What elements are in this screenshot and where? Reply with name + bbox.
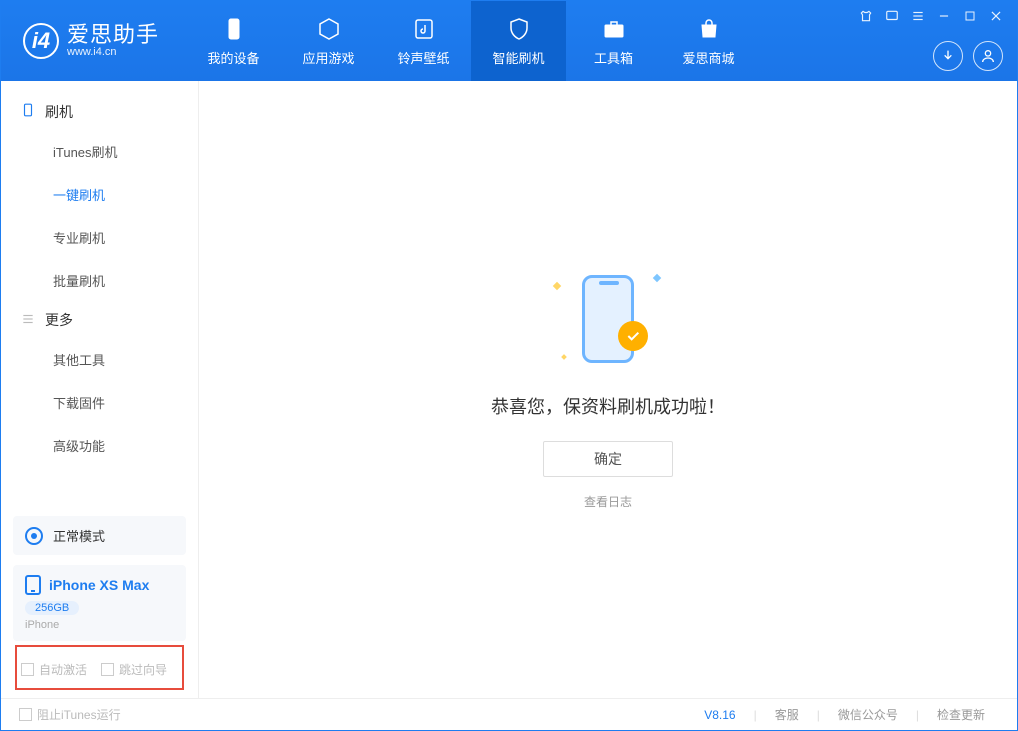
- nav-toolbox[interactable]: 工具箱: [566, 1, 661, 81]
- nav-apps[interactable]: 应用游戏: [281, 1, 376, 81]
- bag-icon: [696, 16, 722, 42]
- footer: 阻止iTunes运行 V8.16 | 客服 | 微信公众号 | 检查更新: [1, 698, 1017, 730]
- nav-flash[interactable]: 智能刷机: [471, 1, 566, 81]
- sidebar-item-batch[interactable]: 批量刷机: [53, 259, 198, 302]
- phone-icon: [25, 575, 41, 595]
- sidebar-item-oneclick[interactable]: 一键刷机: [53, 173, 198, 216]
- main-content: 恭喜您，保资料刷机成功啦！ 确定 查看日志: [199, 81, 1017, 698]
- footer-link-update[interactable]: 检查更新: [923, 706, 999, 723]
- logo-icon: i4: [23, 23, 59, 59]
- user-button[interactable]: [973, 41, 1003, 71]
- sidebar-item-firmware[interactable]: 下载固件: [53, 381, 198, 424]
- sidebar-item-pro[interactable]: 专业刷机: [53, 216, 198, 259]
- feedback-icon[interactable]: [881, 7, 903, 25]
- success-message: 恭喜您，保资料刷机成功啦！: [491, 393, 725, 419]
- sidebar-group-flash[interactable]: 刷机: [1, 93, 198, 130]
- cube-icon: [316, 16, 342, 42]
- footer-link-wechat[interactable]: 微信公众号: [824, 706, 912, 723]
- app-name: 爱思助手: [67, 24, 159, 46]
- nav-store[interactable]: 爱思商城: [661, 1, 756, 81]
- close-button[interactable]: [985, 7, 1007, 25]
- nav-label: 应用游戏: [302, 48, 354, 67]
- nav-label: 智能刷机: [492, 48, 544, 67]
- app-url: www.i4.cn: [67, 46, 159, 58]
- music-icon: [411, 16, 437, 42]
- options-row: 自动激活 跳过向导: [15, 645, 184, 690]
- nav-my-device[interactable]: 我的设备: [186, 1, 281, 81]
- check-icon: [618, 321, 648, 351]
- mode-card[interactable]: 正常模式: [13, 516, 186, 555]
- nav-label: 我的设备: [207, 48, 259, 67]
- sidebar-group-more[interactable]: 更多: [1, 302, 198, 338]
- sidebar-item-advanced[interactable]: 高级功能: [53, 424, 198, 467]
- device-capacity: 256GB: [25, 601, 79, 615]
- nav-tabs: 我的设备 应用游戏 铃声壁纸 智能刷机 工具箱 爱思商城: [186, 1, 756, 81]
- version-label: V8.16: [704, 708, 749, 722]
- view-log-link[interactable]: 查看日志: [584, 493, 632, 510]
- device-icon: [221, 16, 247, 42]
- sidebar-item-other[interactable]: 其他工具: [53, 338, 198, 381]
- window-controls: [855, 7, 1007, 25]
- shield-icon: [506, 16, 532, 42]
- group-title: 刷机: [45, 102, 73, 122]
- ok-button[interactable]: 确定: [543, 441, 673, 477]
- app-header: i4 爱思助手 www.i4.cn 我的设备 应用游戏 铃声壁纸 智能刷机 工具…: [1, 1, 1017, 81]
- nav-label: 铃声壁纸: [397, 48, 449, 67]
- list-icon: [21, 312, 35, 329]
- menu-icon[interactable]: [907, 7, 929, 25]
- download-button[interactable]: [933, 41, 963, 71]
- skin-icon[interactable]: [855, 7, 877, 25]
- minimize-button[interactable]: [933, 7, 955, 25]
- nav-ringtone[interactable]: 铃声壁纸: [376, 1, 471, 81]
- mode-icon: [25, 527, 43, 545]
- auto-activate-checkbox[interactable]: 自动激活: [21, 661, 87, 678]
- footer-link-support[interactable]: 客服: [761, 706, 813, 723]
- device-type: iPhone: [25, 619, 174, 631]
- sidebar-item-itunes[interactable]: iTunes刷机: [53, 130, 198, 173]
- block-itunes-checkbox[interactable]: 阻止iTunes运行: [19, 706, 121, 723]
- phone-icon: [21, 101, 35, 122]
- nav-label: 爱思商城: [682, 48, 734, 67]
- mode-label: 正常模式: [53, 526, 105, 545]
- header-actions: [933, 41, 1003, 71]
- sidebar: 刷机 iTunes刷机 一键刷机 专业刷机 批量刷机 更多 其他工具 下载固件 …: [1, 81, 199, 698]
- device-name: iPhone XS Max: [49, 577, 149, 593]
- logo: i4 爱思助手 www.i4.cn: [1, 23, 186, 59]
- device-card[interactable]: iPhone XS Max 256GB iPhone: [13, 565, 186, 641]
- success-illustration: [548, 269, 668, 369]
- nav-label: 工具箱: [594, 48, 633, 67]
- skip-guide-checkbox[interactable]: 跳过向导: [101, 661, 167, 678]
- maximize-button[interactable]: [959, 7, 981, 25]
- group-title: 更多: [45, 310, 73, 330]
- toolbox-icon: [601, 16, 627, 42]
